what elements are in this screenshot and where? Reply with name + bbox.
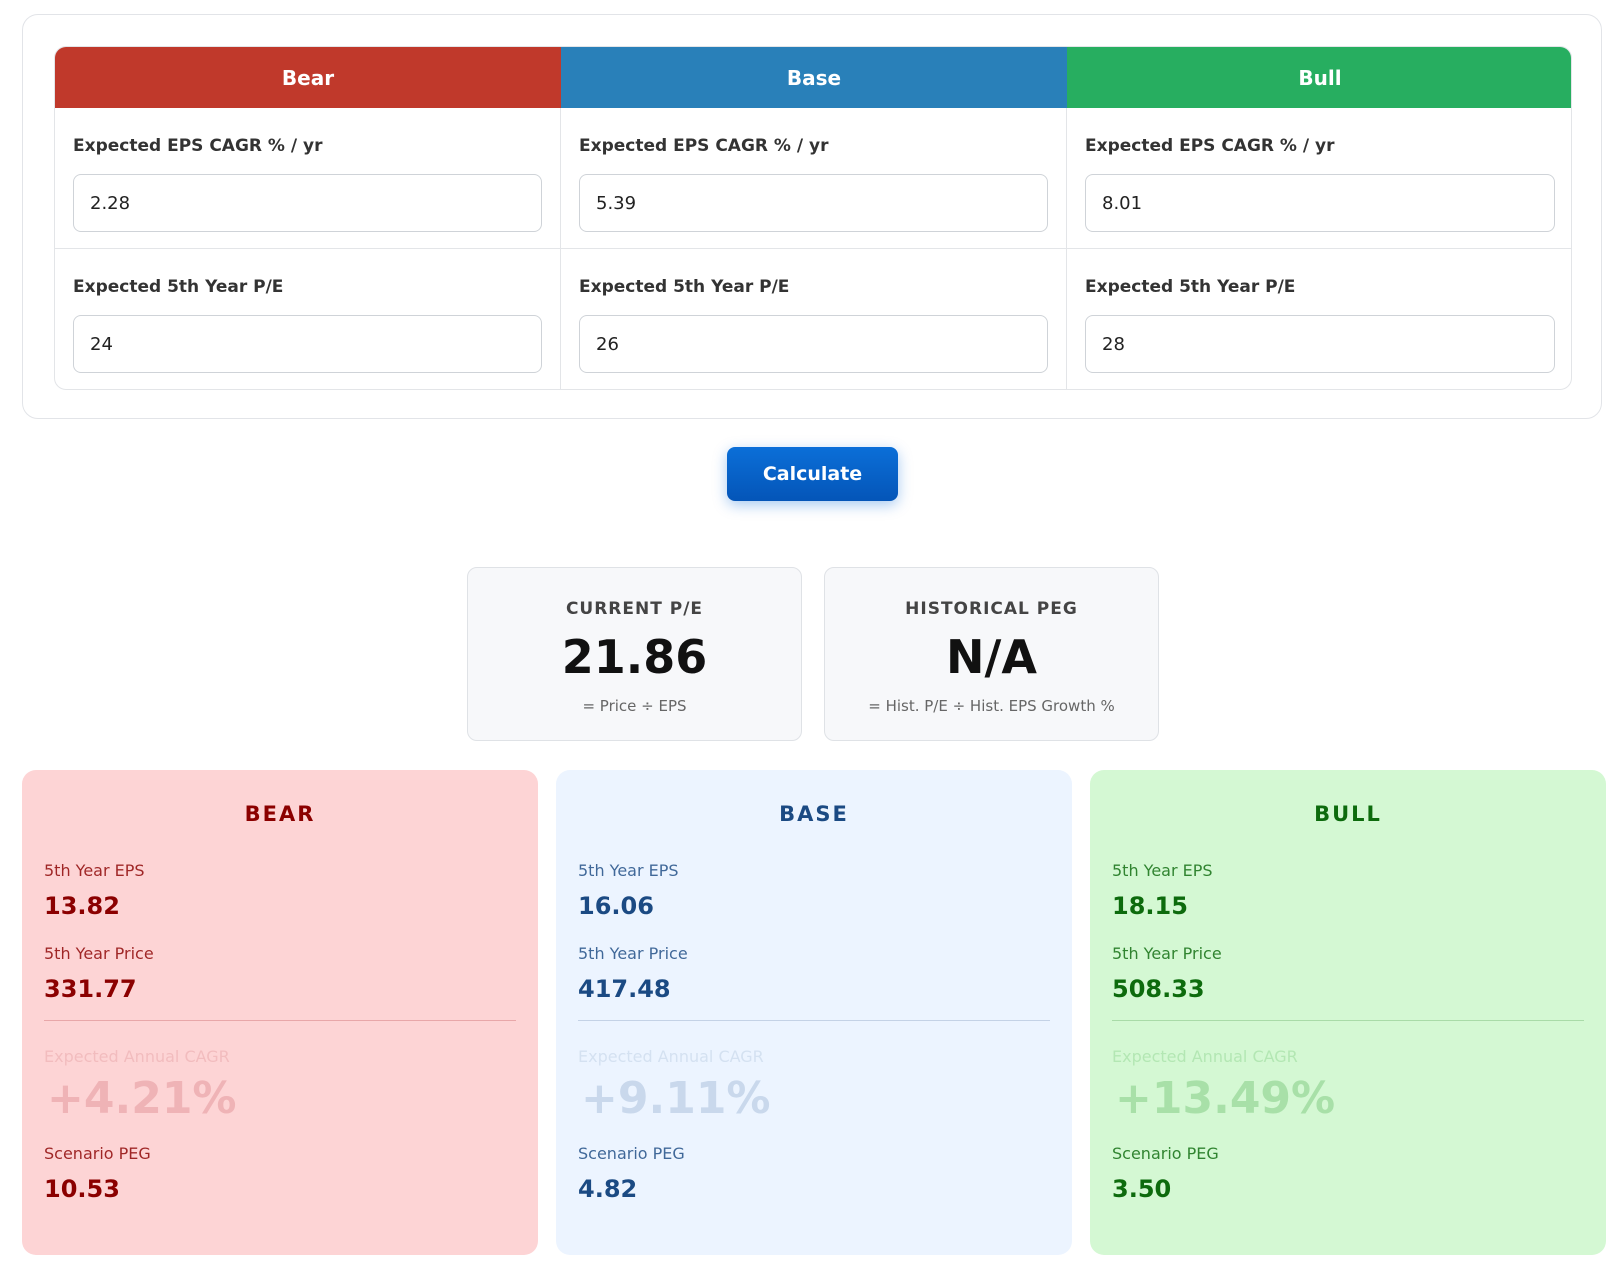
bull-eps-cagr-label: Expected EPS CAGR % / yr xyxy=(1085,136,1335,156)
historical-peg-value: N/A xyxy=(946,630,1037,684)
base-result-card: BASE 5th Year EPS 16.06 5th Year Price 4… xyxy=(556,770,1072,1255)
historical-peg-label: HISTORICAL PEG xyxy=(905,599,1078,619)
current-pe-label: CURRENT P/E xyxy=(565,599,704,619)
base-eps-cagr-input[interactable] xyxy=(579,174,1048,232)
base-cagr-label: Expected Annual CAGR xyxy=(578,1047,764,1066)
calculate-button[interactable]: Calculate xyxy=(727,447,898,501)
bull-price-value: 508.33 xyxy=(1112,975,1205,1003)
historical-peg-card: HISTORICAL PEG N/A = Hist. P/E ÷ Hist. E… xyxy=(824,567,1159,741)
bear-cagr-label: Expected Annual CAGR xyxy=(44,1047,230,1066)
bear-result-title: BEAR xyxy=(244,802,316,826)
base-pe-cell: Expected 5th Year P/E xyxy=(561,249,1067,389)
bull-eps-label: 5th Year EPS xyxy=(1112,861,1213,880)
bear-eps-cagr-cell: Expected EPS CAGR % / yr xyxy=(55,108,561,249)
base-eps-cagr-label: Expected EPS CAGR % / yr xyxy=(579,136,829,156)
bear-result-card: BEAR 5th Year EPS 13.82 5th Year Price 3… xyxy=(22,770,538,1255)
bear-peg-value: 10.53 xyxy=(44,1175,120,1203)
scenario-inputs-panel: Bear Base Bull Expected EPS CAGR % / yr … xyxy=(22,14,1602,419)
bull-result-title: BULL xyxy=(1314,802,1382,826)
bull-price-label: 5th Year Price xyxy=(1112,944,1222,963)
base-result-title: BASE xyxy=(779,802,849,826)
bear-scenario-header: Bear xyxy=(55,47,561,108)
bear-price-label: 5th Year Price xyxy=(44,944,154,963)
bear-cagr-value: +4.21% xyxy=(47,1073,237,1124)
bear-divider xyxy=(44,1020,516,1021)
bull-cagr-label: Expected Annual CAGR xyxy=(1112,1047,1298,1066)
base-eps-label: 5th Year EPS xyxy=(578,861,679,880)
current-pe-value: 21.86 xyxy=(561,630,708,684)
bull-peg-label: Scenario PEG xyxy=(1112,1144,1219,1163)
bull-peg-value: 3.50 xyxy=(1112,1175,1172,1203)
bear-pe-label: Expected 5th Year P/E xyxy=(73,277,284,297)
bull-pe-input[interactable] xyxy=(1085,315,1555,373)
base-price-label: 5th Year Price xyxy=(578,944,688,963)
bull-eps-cagr-input[interactable] xyxy=(1085,174,1555,232)
bull-pe-label: Expected 5th Year P/E xyxy=(1085,277,1296,297)
base-divider xyxy=(578,1020,1050,1021)
base-peg-label: Scenario PEG xyxy=(578,1144,685,1163)
base-price-value: 417.48 xyxy=(578,975,671,1003)
bull-scenario-header: Bull xyxy=(1067,47,1571,108)
historical-peg-formula: = Hist. P/E ÷ Hist. EPS Growth % xyxy=(868,697,1115,715)
base-peg-value: 4.82 xyxy=(578,1175,638,1203)
base-eps-cagr-cell: Expected EPS CAGR % / yr xyxy=(561,108,1067,249)
bear-pe-cell: Expected 5th Year P/E xyxy=(55,249,561,389)
base-eps-value: 16.06 xyxy=(578,892,654,920)
current-pe-formula: = Price ÷ EPS xyxy=(582,697,687,715)
bear-peg-label: Scenario PEG xyxy=(44,1144,151,1163)
bear-price-value: 331.77 xyxy=(44,975,137,1003)
base-pe-label: Expected 5th Year P/E xyxy=(579,277,790,297)
bull-result-card: BULL 5th Year EPS 18.15 5th Year Price 5… xyxy=(1090,770,1606,1255)
bear-eps-cagr-input[interactable] xyxy=(73,174,542,232)
bull-divider xyxy=(1112,1020,1584,1021)
bull-eps-value: 18.15 xyxy=(1112,892,1188,920)
bear-eps-cagr-label: Expected EPS CAGR % / yr xyxy=(73,136,323,156)
bull-eps-cagr-cell: Expected EPS CAGR % / yr xyxy=(1067,108,1571,249)
base-pe-input[interactable] xyxy=(579,315,1048,373)
bear-eps-label: 5th Year EPS xyxy=(44,861,145,880)
current-pe-card: CURRENT P/E 21.86 = Price ÷ EPS xyxy=(467,567,802,741)
bear-eps-value: 13.82 xyxy=(44,892,120,920)
base-cagr-value: +9.11% xyxy=(581,1073,771,1124)
bull-pe-cell: Expected 5th Year P/E xyxy=(1067,249,1571,389)
bull-cagr-value: +13.49% xyxy=(1115,1073,1336,1124)
base-scenario-header: Base xyxy=(561,47,1067,108)
scenario-inputs-table: Bear Base Bull Expected EPS CAGR % / yr … xyxy=(54,46,1572,390)
bear-pe-input[interactable] xyxy=(73,315,542,373)
